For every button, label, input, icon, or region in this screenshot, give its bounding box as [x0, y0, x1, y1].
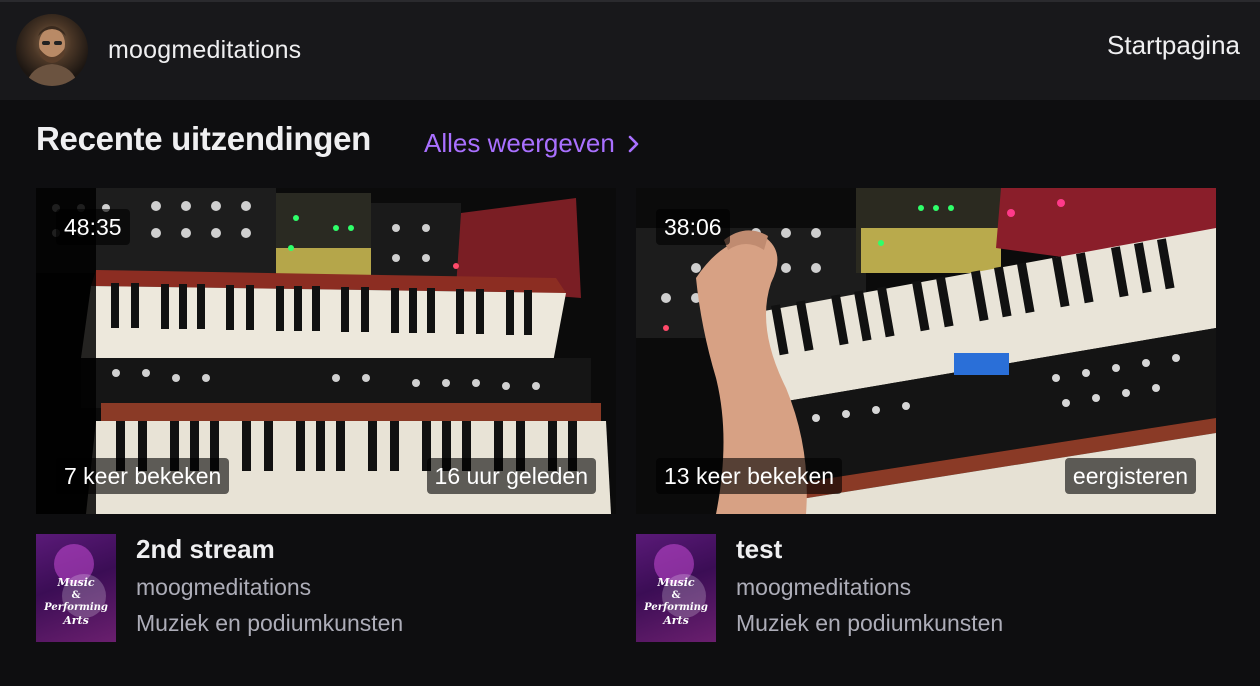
svg-text:&: &	[71, 590, 80, 601]
chevron-right-icon	[628, 135, 639, 152]
category-art-image: Music & Performing Arts	[43, 544, 108, 627]
svg-text:Arts: Arts	[662, 614, 689, 627]
video-card[interactable]: 38:06 13 keer bekeken eergisteren Music …	[636, 188, 1216, 644]
svg-text:Music: Music	[56, 576, 95, 589]
view-count-badge: 13 keer bekeken	[656, 458, 843, 494]
svg-text:Arts: Arts	[62, 614, 89, 627]
video-channel-link[interactable]: moogmeditations	[736, 574, 911, 601]
category-box-art[interactable]: Music & Performing Arts	[36, 534, 116, 642]
view-all-link[interactable]: Alles weergeven	[424, 128, 641, 159]
svg-text:Music: Music	[656, 576, 695, 589]
upload-age-badge: eergisteren	[1064, 458, 1196, 494]
video-channel-link[interactable]: moogmeditations	[136, 574, 311, 601]
view-all-label: Alles weergeven	[424, 128, 615, 158]
duration-badge: 48:35	[56, 209, 130, 245]
channel-avatar[interactable]	[16, 14, 88, 86]
section-title: Recente uitzendingen	[36, 120, 372, 157]
duration-badge: 38:06	[656, 209, 730, 245]
video-meta: Music & Performing Arts 2nd stream moogm…	[36, 514, 616, 644]
category-art-image: Music & Performing Arts	[643, 544, 708, 627]
video-thumbnail[interactable]: 48:35 7 keer bekeken 16 uur geleden	[36, 188, 616, 514]
video-card[interactable]: 48:35 7 keer bekeken 16 uur geleden Musi…	[36, 188, 616, 644]
video-title[interactable]: 2nd stream	[136, 534, 275, 565]
video-category-link[interactable]: Muziek en podiumkunsten	[736, 610, 1003, 637]
view-count-badge: 7 keer bekeken	[56, 458, 230, 494]
video-category-link[interactable]: Muziek en podiumkunsten	[136, 610, 403, 637]
channel-name[interactable]: moogmeditations	[108, 36, 301, 65]
svg-text:Performing: Performing	[43, 602, 108, 613]
upload-age-badge: 16 uur geleden	[426, 458, 596, 494]
avatar-image	[26, 26, 78, 86]
svg-text:Performing: Performing	[643, 602, 708, 613]
channel-header: moogmeditations Startpagina	[0, 0, 1260, 100]
video-thumbnail[interactable]: 38:06 13 keer bekeken eergisteren	[636, 188, 1216, 514]
video-meta: Music & Performing Arts test moogmeditat…	[636, 514, 1216, 644]
category-box-art[interactable]: Music & Performing Arts	[636, 534, 716, 642]
svg-text:&: &	[671, 590, 680, 601]
video-title[interactable]: test	[736, 534, 782, 565]
home-link[interactable]: Startpagina	[1107, 30, 1240, 61]
